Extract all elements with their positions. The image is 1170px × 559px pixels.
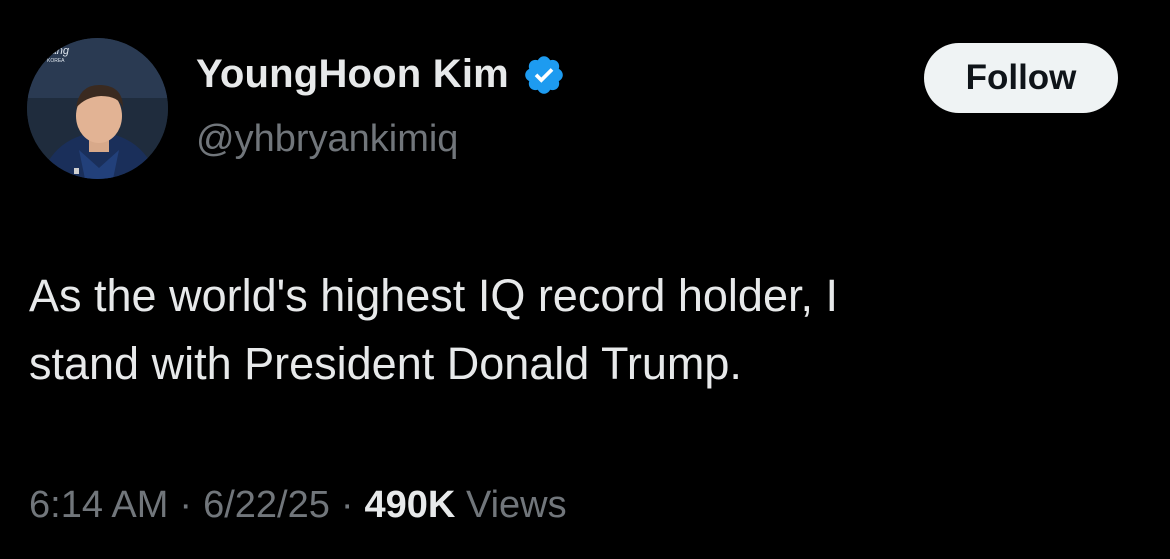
views-count: 490K [364,484,456,526]
tweet-meta: 6:14 AM · 6/22/25 · 490K Views [29,484,567,527]
author-name-row: YoungHoon Kim [196,52,566,97]
verified-badge-icon[interactable] [522,53,566,97]
tweet-time[interactable]: 6:14 AM [29,484,168,526]
svg-text:KOREA: KOREA [47,58,65,64]
tweet-line: stand with President Donald Trump. [29,338,742,389]
tweet-date[interactable]: 6/22/25 [203,484,330,526]
author-handle[interactable]: @yhbryankimiq [196,118,458,161]
svg-text:rang: rang [47,45,70,57]
tweet-text: As the world's highest IQ record holder,… [29,262,1129,398]
meta-separator: · [179,484,193,526]
follow-button[interactable]: Follow [924,43,1118,113]
tweet-line: As the world's highest IQ record holder,… [29,270,838,321]
avatar[interactable]: rang KOREA [27,38,168,179]
meta-separator: · [340,484,354,526]
views-label: Views [465,484,567,526]
avatar-photo: rang KOREA [27,38,168,179]
author-display-name[interactable]: YoungHoon Kim [196,52,509,97]
